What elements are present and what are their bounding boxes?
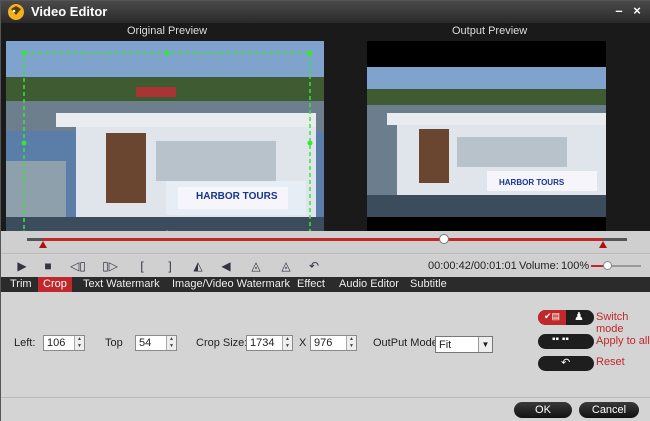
- original-preview-label: Original Preview: [127, 25, 208, 37]
- close-button[interactable]: ×: [629, 3, 645, 19]
- left-label: Left:: [14, 337, 36, 349]
- switch-mode-label: Switch mode: [596, 311, 629, 335]
- chevron-down-icon[interactable]: ▼: [478, 337, 492, 352]
- crop-width-stepper[interactable]: ▲ ▼: [282, 336, 292, 350]
- trim-end-marker[interactable]: [599, 241, 607, 248]
- apply-all-icon: ▪▪ ▪▪: [552, 334, 569, 345]
- apply-to-all-label: Apply to all: [596, 335, 650, 347]
- timeline-selection: [43, 238, 603, 241]
- output-sign-text: HARBOR TOURS: [499, 178, 565, 187]
- crop-height-spinbox[interactable]: 976 ▲ ▼: [310, 335, 357, 351]
- video-editor-window: Video Editor – × Original Preview Output…: [0, 0, 650, 421]
- output-mode-value: Fit: [439, 339, 452, 351]
- reset-icon: ↶: [561, 357, 571, 369]
- volume-label: Volume:: [519, 260, 559, 272]
- rotate-left-icon[interactable]: ◬: [247, 257, 265, 275]
- reset-button[interactable]: ↶: [538, 356, 594, 371]
- volume-knob[interactable]: [603, 261, 612, 270]
- output-mode-select[interactable]: Fit ▼: [435, 336, 493, 353]
- crop-panel: Left: 106 ▲ ▼ Top 54 ▲ ▼ Crop Size: 1734 ▲…: [1, 292, 650, 397]
- reset-label: Reset: [596, 356, 625, 368]
- apply-to-all-button[interactable]: ▪▪ ▪▪: [538, 334, 594, 349]
- tab-audio-editor[interactable]: Audio Editor: [334, 277, 404, 292]
- playback-controls: ▶ ■ ◁▯ ▯▷ [ ] ◭ ◀ ◬ ◬ ↶ 00:00:42/00:01:0…: [1, 253, 650, 277]
- prev-frame-icon[interactable]: ◁▯: [69, 257, 87, 275]
- boat-sign-text: HARBOR TOURS: [196, 191, 278, 202]
- tab-text-watermark[interactable]: Text Watermark: [78, 277, 165, 292]
- top-spinbox[interactable]: 54 ▲ ▼: [135, 335, 177, 351]
- title-bar: Video Editor – ×: [1, 1, 650, 23]
- crop-height-stepper[interactable]: ▲ ▼: [346, 336, 356, 350]
- mark-out-icon[interactable]: ]: [161, 257, 179, 275]
- editor-tabs: Trim Crop Text Watermark Image/Video Wat…: [1, 277, 650, 292]
- time-display: 00:00:42/00:01:01: [428, 260, 517, 272]
- crop-width-spinbox[interactable]: 1734 ▲ ▼: [246, 335, 293, 351]
- app-logo-icon: [8, 4, 24, 20]
- output-preview: HARBOR TOURS: [367, 41, 606, 246]
- volume-value: 100%: [561, 260, 590, 272]
- output-mode-label: OutPut Mode: [373, 337, 438, 349]
- tab-image-video-watermark[interactable]: Image/Video Watermark: [167, 277, 295, 292]
- user-icon: ♟: [574, 311, 584, 323]
- ok-button[interactable]: OK: [514, 402, 572, 418]
- tab-trim[interactable]: Trim: [5, 277, 37, 292]
- play-icon[interactable]: ▶: [13, 257, 31, 275]
- minimize-button[interactable]: –: [611, 3, 627, 19]
- left-value: 106: [47, 337, 66, 349]
- output-preview-label: Output Preview: [452, 25, 528, 37]
- undo-icon[interactable]: ↶: [305, 257, 323, 275]
- trim-start-marker[interactable]: [39, 241, 47, 248]
- crop-size-label: Crop Size:: [196, 337, 248, 349]
- flip-vertical-icon[interactable]: ◀: [217, 257, 235, 275]
- window-title: Video Editor: [31, 4, 108, 19]
- crop-height-value: 976: [314, 337, 333, 349]
- flip-horizontal-icon[interactable]: ◭: [189, 257, 207, 275]
- top-value: 54: [139, 337, 152, 349]
- mark-in-icon[interactable]: [: [133, 257, 151, 275]
- timeline[interactable]: [1, 231, 650, 253]
- left-spinbox[interactable]: 106 ▲ ▼: [43, 335, 85, 351]
- next-frame-icon[interactable]: ▯▷: [101, 257, 119, 275]
- footer: OK Cancel: [1, 397, 650, 421]
- tab-crop[interactable]: Crop: [38, 277, 72, 292]
- tab-subtitle[interactable]: Subtitle: [405, 277, 452, 292]
- playhead[interactable]: [439, 234, 449, 244]
- rotate-right-icon[interactable]: ◬: [277, 257, 295, 275]
- top-label: Top: [105, 337, 123, 349]
- original-preview[interactable]: HARBOR TOURS: [6, 41, 324, 246]
- size-separator: X: [299, 337, 307, 349]
- stop-icon[interactable]: ■: [39, 257, 57, 275]
- cancel-button[interactable]: Cancel: [579, 402, 639, 418]
- check-icon: ✔▤: [544, 311, 561, 321]
- crop-width-value: 1734: [250, 337, 275, 349]
- top-stepper[interactable]: ▲ ▼: [166, 336, 176, 350]
- preview-area: Original Preview Output Preview HARBOR T…: [1, 23, 650, 253]
- left-stepper[interactable]: ▲ ▼: [74, 336, 84, 350]
- switch-mode-button[interactable]: ✔▤ ♟: [538, 310, 594, 325]
- tab-effect[interactable]: Effect: [292, 277, 330, 292]
